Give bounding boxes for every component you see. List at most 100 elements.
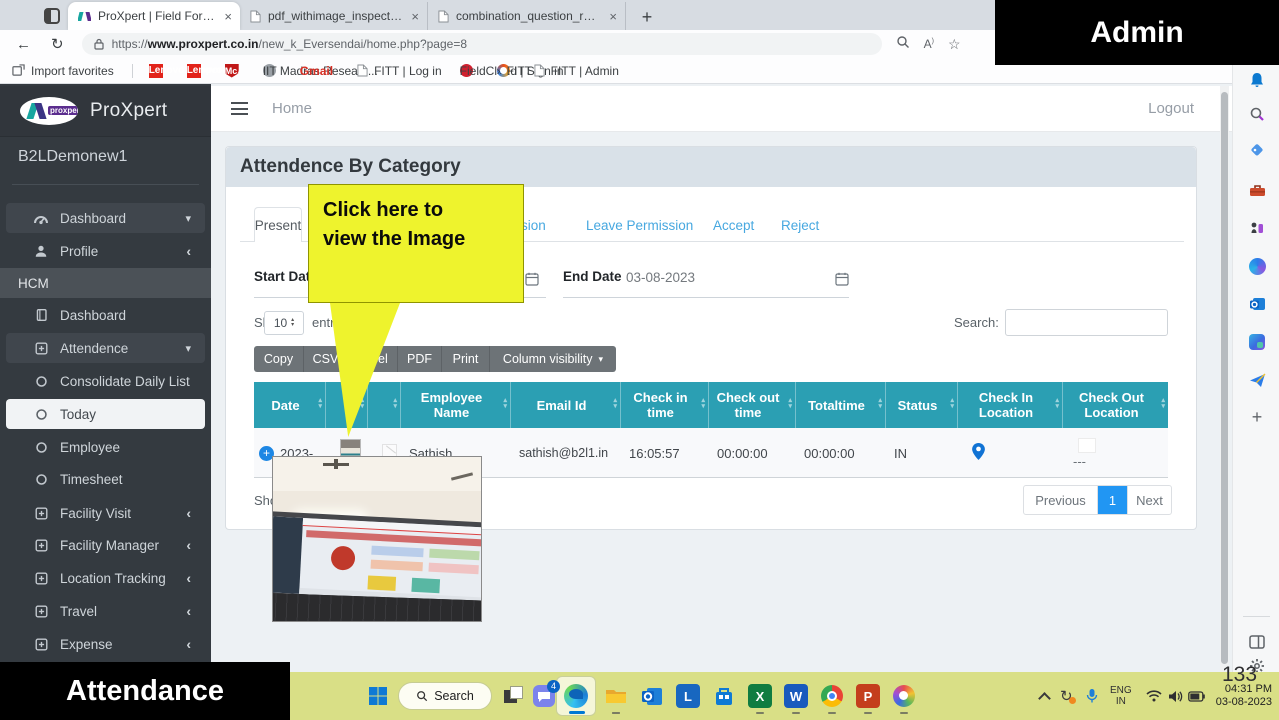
sidebar-item-attendence[interactable]: Attendence▾ <box>6 333 205 363</box>
sort-icon[interactable]: ▴▾ <box>701 398 705 410</box>
bookmark-item[interactable]: McAfee <box>225 64 245 78</box>
column-header-date[interactable]: Date▴▾ <box>254 382 326 428</box>
column-header-totaltime[interactable]: Totaltime▴▾ <box>796 382 886 428</box>
drop-icon[interactable] <box>1247 370 1267 390</box>
sidebar-item-expense[interactable]: Expense‹ <box>6 629 205 659</box>
column-visibility-button[interactable]: Column visibility▾ <box>490 346 616 372</box>
tab-close-icon[interactable]: × <box>224 10 232 23</box>
tray-wifi-icon[interactable] <box>1146 672 1162 720</box>
sidebar-item-facility-visit[interactable]: Facility Visit‹ <box>6 498 205 528</box>
paint-icon[interactable] <box>892 684 916 708</box>
tab-close-icon[interactable]: × <box>411 10 419 23</box>
read-aloud-icon[interactable]: A) <box>924 37 934 51</box>
toolbox-icon[interactable] <box>1247 180 1267 200</box>
pagination-next[interactable]: Next <box>1127 486 1171 514</box>
copy-button[interactable]: Copy <box>254 346 304 372</box>
location-pin-icon[interactable] <box>972 443 985 463</box>
sort-icon[interactable]: ▴▾ <box>878 398 882 410</box>
taskbar-search[interactable]: Search <box>398 682 492 710</box>
sidebar-item-facility-manager[interactable]: Facility Manager‹ <box>6 530 205 560</box>
checkin-photo-preview[interactable] <box>272 456 482 622</box>
back-button[interactable]: ← <box>16 36 31 53</box>
page-scrollbar[interactable] <box>1220 86 1229 672</box>
pagination-previous[interactable]: Previous <box>1024 486 1098 514</box>
sidebar-item-today[interactable]: Today <box>6 399 205 429</box>
column-header-employee-name[interactable]: Employee Name▴▾ <box>401 382 511 428</box>
image-tooltip[interactable]: Click here to view the Image <box>308 184 524 303</box>
bookmark-item[interactable]: Gmail <box>300 64 339 78</box>
sidebar-item-dashboard[interactable]: Dashboard <box>6 300 205 330</box>
search-input[interactable] <box>1005 309 1168 336</box>
bookmark-item[interactable]: Lenovo <box>187 64 207 78</box>
sidebar-item-dashboard[interactable]: Dashboard▾ <box>6 203 205 233</box>
tab-accept[interactable]: Accept <box>713 218 754 233</box>
shopping-icon[interactable] <box>1247 142 1267 162</box>
start-date-calendar-icon[interactable] <box>525 272 539 291</box>
edge-icon[interactable] <box>564 684 588 708</box>
file-explorer-icon[interactable] <box>604 684 628 708</box>
chrome-icon[interactable] <box>820 684 844 708</box>
sort-icon[interactable]: ▴▾ <box>950 398 954 410</box>
word-icon[interactable]: W <box>784 684 808 708</box>
column-header-check-in-location[interactable]: Check In Location▴▾ <box>958 382 1063 428</box>
hamburger-menu-icon[interactable] <box>231 102 248 115</box>
sidebar-item-profile[interactable]: Profile‹ <box>6 236 205 266</box>
plus-icon[interactable]: + <box>1247 407 1267 427</box>
microsoft365-icon[interactable] <box>1247 256 1267 276</box>
sort-icon[interactable]: ▴▾ <box>1055 398 1059 410</box>
column-header-email-id[interactable]: Email Id▴▾ <box>511 382 621 428</box>
start-button[interactable] <box>366 684 390 708</box>
tray-chevron-up-icon[interactable] <box>1040 672 1049 720</box>
outlook-taskbar-icon[interactable] <box>640 684 664 708</box>
tab-leave-permission[interactable]: Leave Permission <box>586 218 693 233</box>
teams-chat-icon[interactable]: 4 <box>532 684 556 708</box>
end-date-calendar-icon[interactable] <box>835 272 849 291</box>
sidebar-logo-row[interactable]: proxpert ProXpert <box>0 86 211 137</box>
sort-icon[interactable]: ▴▾ <box>788 398 792 410</box>
excel-icon[interactable]: X <box>748 684 772 708</box>
sort-icon[interactable]: ▴▾ <box>393 398 397 410</box>
search-icon[interactable] <box>1247 104 1267 124</box>
bookmark-item[interactable]: » FITT <box>497 64 516 77</box>
page-length-select[interactable]: 10 ▴▾ <box>264 311 304 335</box>
browser-tab[interactable]: ProXpert | Field Force Automation× <box>68 2 240 30</box>
column-header-status[interactable]: Status▴▾ <box>886 382 958 428</box>
address-bar[interactable]: https://www.proxpert.co.in/new_k_Eversen… <box>82 33 882 55</box>
bell-icon[interactable] <box>1247 70 1267 90</box>
bookmark-item[interactable]: IIT Madras Researc... <box>263 64 282 77</box>
search-page-icon[interactable] <box>896 35 910 54</box>
column-header-check-out-time[interactable]: Check out time▴▾ <box>709 382 796 428</box>
store-icon[interactable] <box>712 684 736 708</box>
favorite-star-icon[interactable]: ☆ <box>948 36 961 53</box>
sort-icon[interactable]: ▴▾ <box>1161 398 1165 410</box>
tray-volume-icon[interactable] <box>1168 672 1183 720</box>
sort-icon[interactable]: ▴▾ <box>503 398 507 410</box>
tab-close-icon[interactable]: × <box>609 10 617 23</box>
task-view-icon[interactable] <box>502 684 526 708</box>
powerpoint-icon[interactable]: P <box>856 684 880 708</box>
designer-icon[interactable] <box>1247 332 1267 352</box>
breadcrumb-home[interactable]: Home <box>272 100 312 117</box>
sidebar-item-timesheet[interactable]: Timesheet <box>6 464 205 494</box>
games-icon[interactable] <box>1247 218 1267 238</box>
column-header-check-in-time[interactable]: Check in time▴▾ <box>621 382 709 428</box>
bookmark-item[interactable]: Import favorites <box>12 64 114 78</box>
sidebar-item-consolidate-daily-list[interactable]: Consolidate Daily List <box>6 366 205 396</box>
lenovo-icon[interactable]: L <box>676 684 700 708</box>
end-date-value[interactable]: 03-08-2023 <box>626 270 695 285</box>
print-button[interactable]: Print <box>442 346 490 372</box>
browser-tab[interactable]: combination_question_report.php× <box>428 2 626 30</box>
sidebar-item-employee[interactable]: Employee <box>6 432 205 462</box>
sort-icon[interactable]: ▴▾ <box>318 398 322 410</box>
tray-microphone-icon[interactable] <box>1086 672 1098 720</box>
sort-icon[interactable]: ▴▾ <box>613 398 617 410</box>
bookmark-item[interactable]: Lenovo Support <box>149 64 169 78</box>
tray-battery-icon[interactable] <box>1188 672 1205 720</box>
tab-present[interactable]: Present <box>254 207 302 242</box>
refresh-button[interactable]: ↻ <box>51 35 64 53</box>
pdf-button[interactable]: PDF <box>398 346 442 372</box>
pagination-page-1[interactable]: 1 <box>1098 486 1127 514</box>
outlook-icon[interactable] <box>1247 294 1267 314</box>
column-header-check-out-location[interactable]: Check Out Location▴▾ <box>1063 382 1168 428</box>
tray-sync-icon[interactable]: ↻ <box>1060 672 1073 720</box>
